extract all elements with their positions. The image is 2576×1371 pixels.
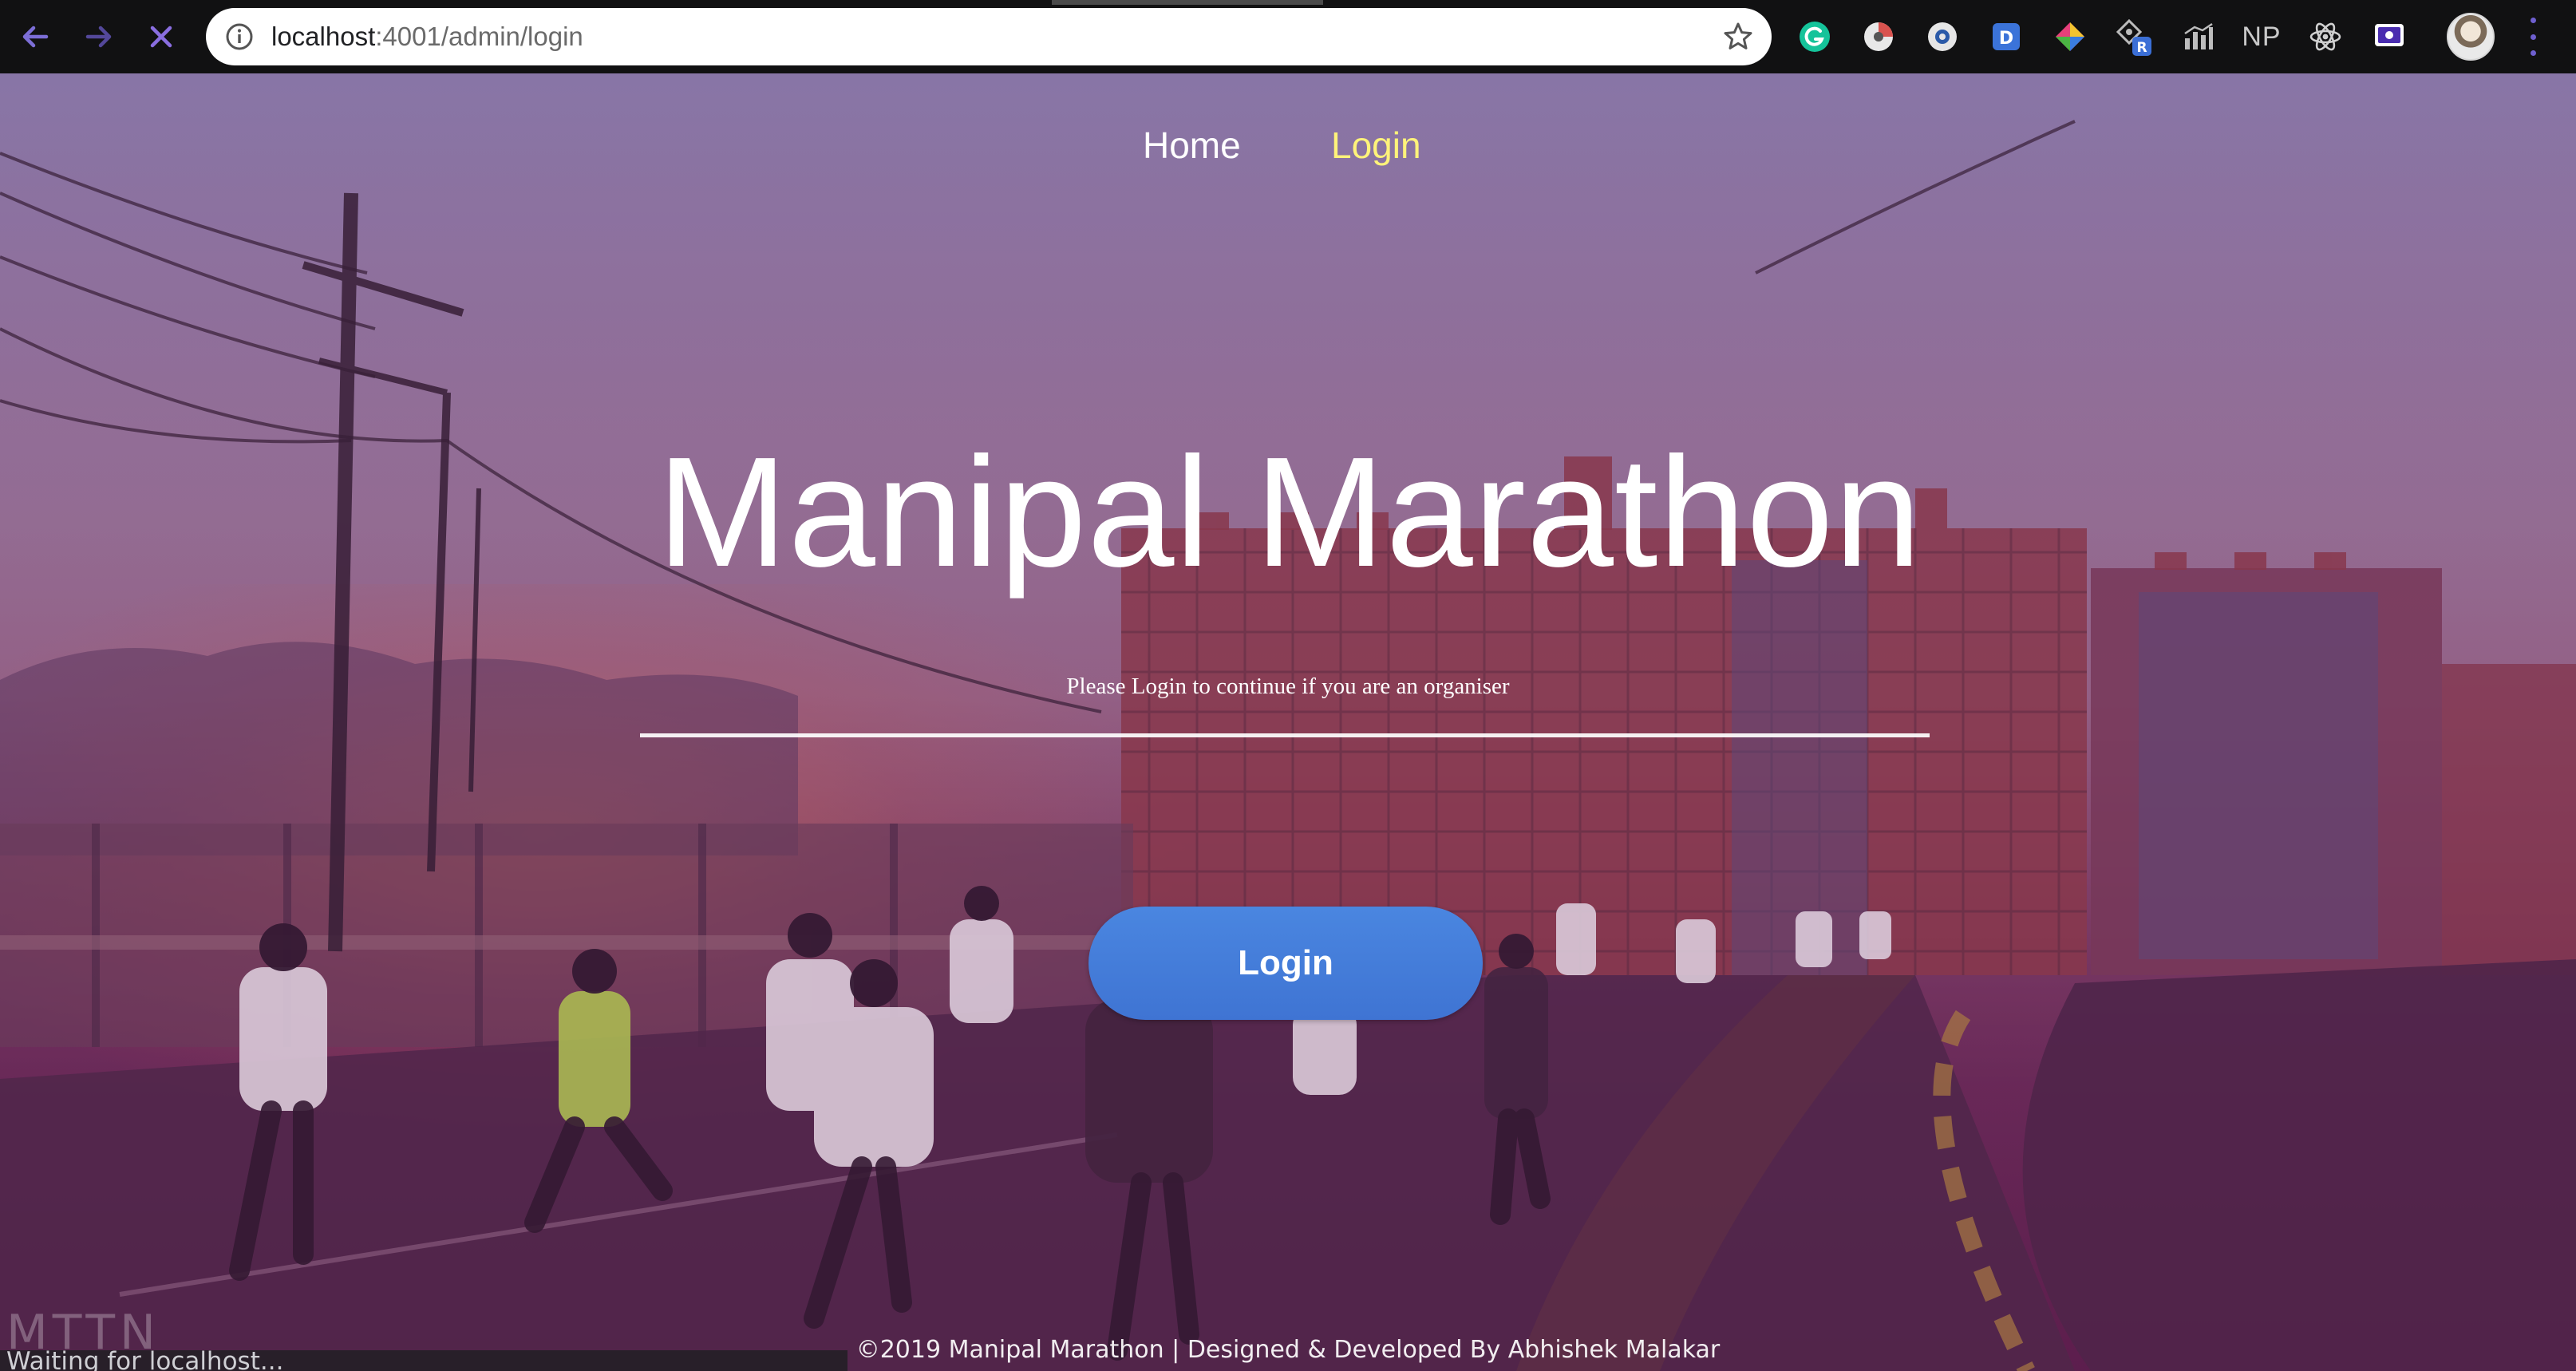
extensions-tray: D R NP — [1792, 14, 2431, 59]
nav-home-link[interactable]: Home — [1143, 121, 1241, 169]
profile-avatar[interactable] — [2447, 13, 2495, 61]
nav-login-link[interactable]: Login — [1331, 121, 1421, 169]
site-navigation: Home Login — [0, 121, 2576, 169]
divider — [640, 733, 1930, 737]
arrow-right-icon — [85, 26, 112, 48]
forward-button[interactable] — [78, 16, 120, 57]
page-viewport: Home Login Manipal Marathon Please Login… — [0, 73, 2576, 1371]
menu-dot — [2530, 50, 2536, 56]
page-title: Manipal Marathon — [657, 425, 1922, 599]
dictionary-extension-icon: D — [1993, 23, 2020, 50]
info-icon[interactable] — [225, 22, 254, 51]
tab-strip — [1052, 0, 1323, 5]
pie-extension-button[interactable] — [1856, 14, 1901, 59]
arrow-left-icon — [22, 26, 49, 48]
dictionary-extension-button[interactable]: D — [1984, 14, 2029, 59]
url-text[interactable]: localhost:4001/admin/login — [271, 8, 583, 65]
back-button[interactable] — [14, 16, 56, 57]
close-icon — [150, 26, 172, 48]
status-text: Waiting for localhost... — [6, 1350, 284, 1371]
react-devtools-button[interactable] — [2303, 14, 2348, 59]
menu-dot — [2530, 18, 2536, 23]
stop-loading-button[interactable] — [140, 16, 182, 57]
screen-extension-button[interactable] — [2367, 14, 2412, 59]
login-button[interactable]: Login — [1088, 907, 1483, 1020]
login-prompt-text: Please Login to continue if you are an o… — [1066, 674, 1510, 699]
react-r-extension-icon: R — [2116, 18, 2151, 56]
menu-dot — [2530, 34, 2536, 40]
color-extension-button[interactable] — [2048, 14, 2092, 59]
grammarly-extension-button[interactable] — [1792, 14, 1837, 59]
react-devtools-icon — [2309, 22, 2341, 51]
circle-extension-icon — [1928, 22, 1957, 51]
url-host: localhost — [271, 22, 376, 51]
pie-extension-icon — [1864, 22, 1893, 51]
browser-menu-button[interactable] — [2523, 18, 2542, 56]
np-extension-button[interactable]: NP — [2239, 14, 2284, 59]
watermark-logo: MTTN — [6, 1305, 160, 1361]
svg-text:D: D — [1999, 29, 2013, 49]
chart-extension-icon — [2184, 22, 2213, 49]
np-extension-icon: NP — [2242, 21, 2282, 52]
browser-window: localhost:4001/admin/login D R NP Home L… — [0, 0, 2576, 1371]
chart-extension-button[interactable] — [2175, 14, 2220, 59]
screen-extension-icon — [2375, 24, 2404, 46]
url-path: :4001/admin/login — [375, 22, 583, 51]
bookmark-star-icon[interactable] — [1722, 21, 1754, 53]
color-extension-icon — [2056, 22, 2084, 51]
svg-text:R: R — [2136, 40, 2147, 56]
marathon-scene-illustration — [0, 73, 2576, 1371]
browser-status-bubble: Waiting for localhost... — [0, 1350, 847, 1371]
circle-extension-button[interactable] — [1920, 14, 1965, 59]
react-r-extension-button[interactable]: R — [2112, 14, 2156, 59]
address-bar[interactable]: localhost:4001/admin/login — [206, 8, 1772, 65]
grammarly-icon — [1800, 22, 1830, 52]
browser-toolbar: localhost:4001/admin/login D R NP — [0, 0, 2576, 73]
